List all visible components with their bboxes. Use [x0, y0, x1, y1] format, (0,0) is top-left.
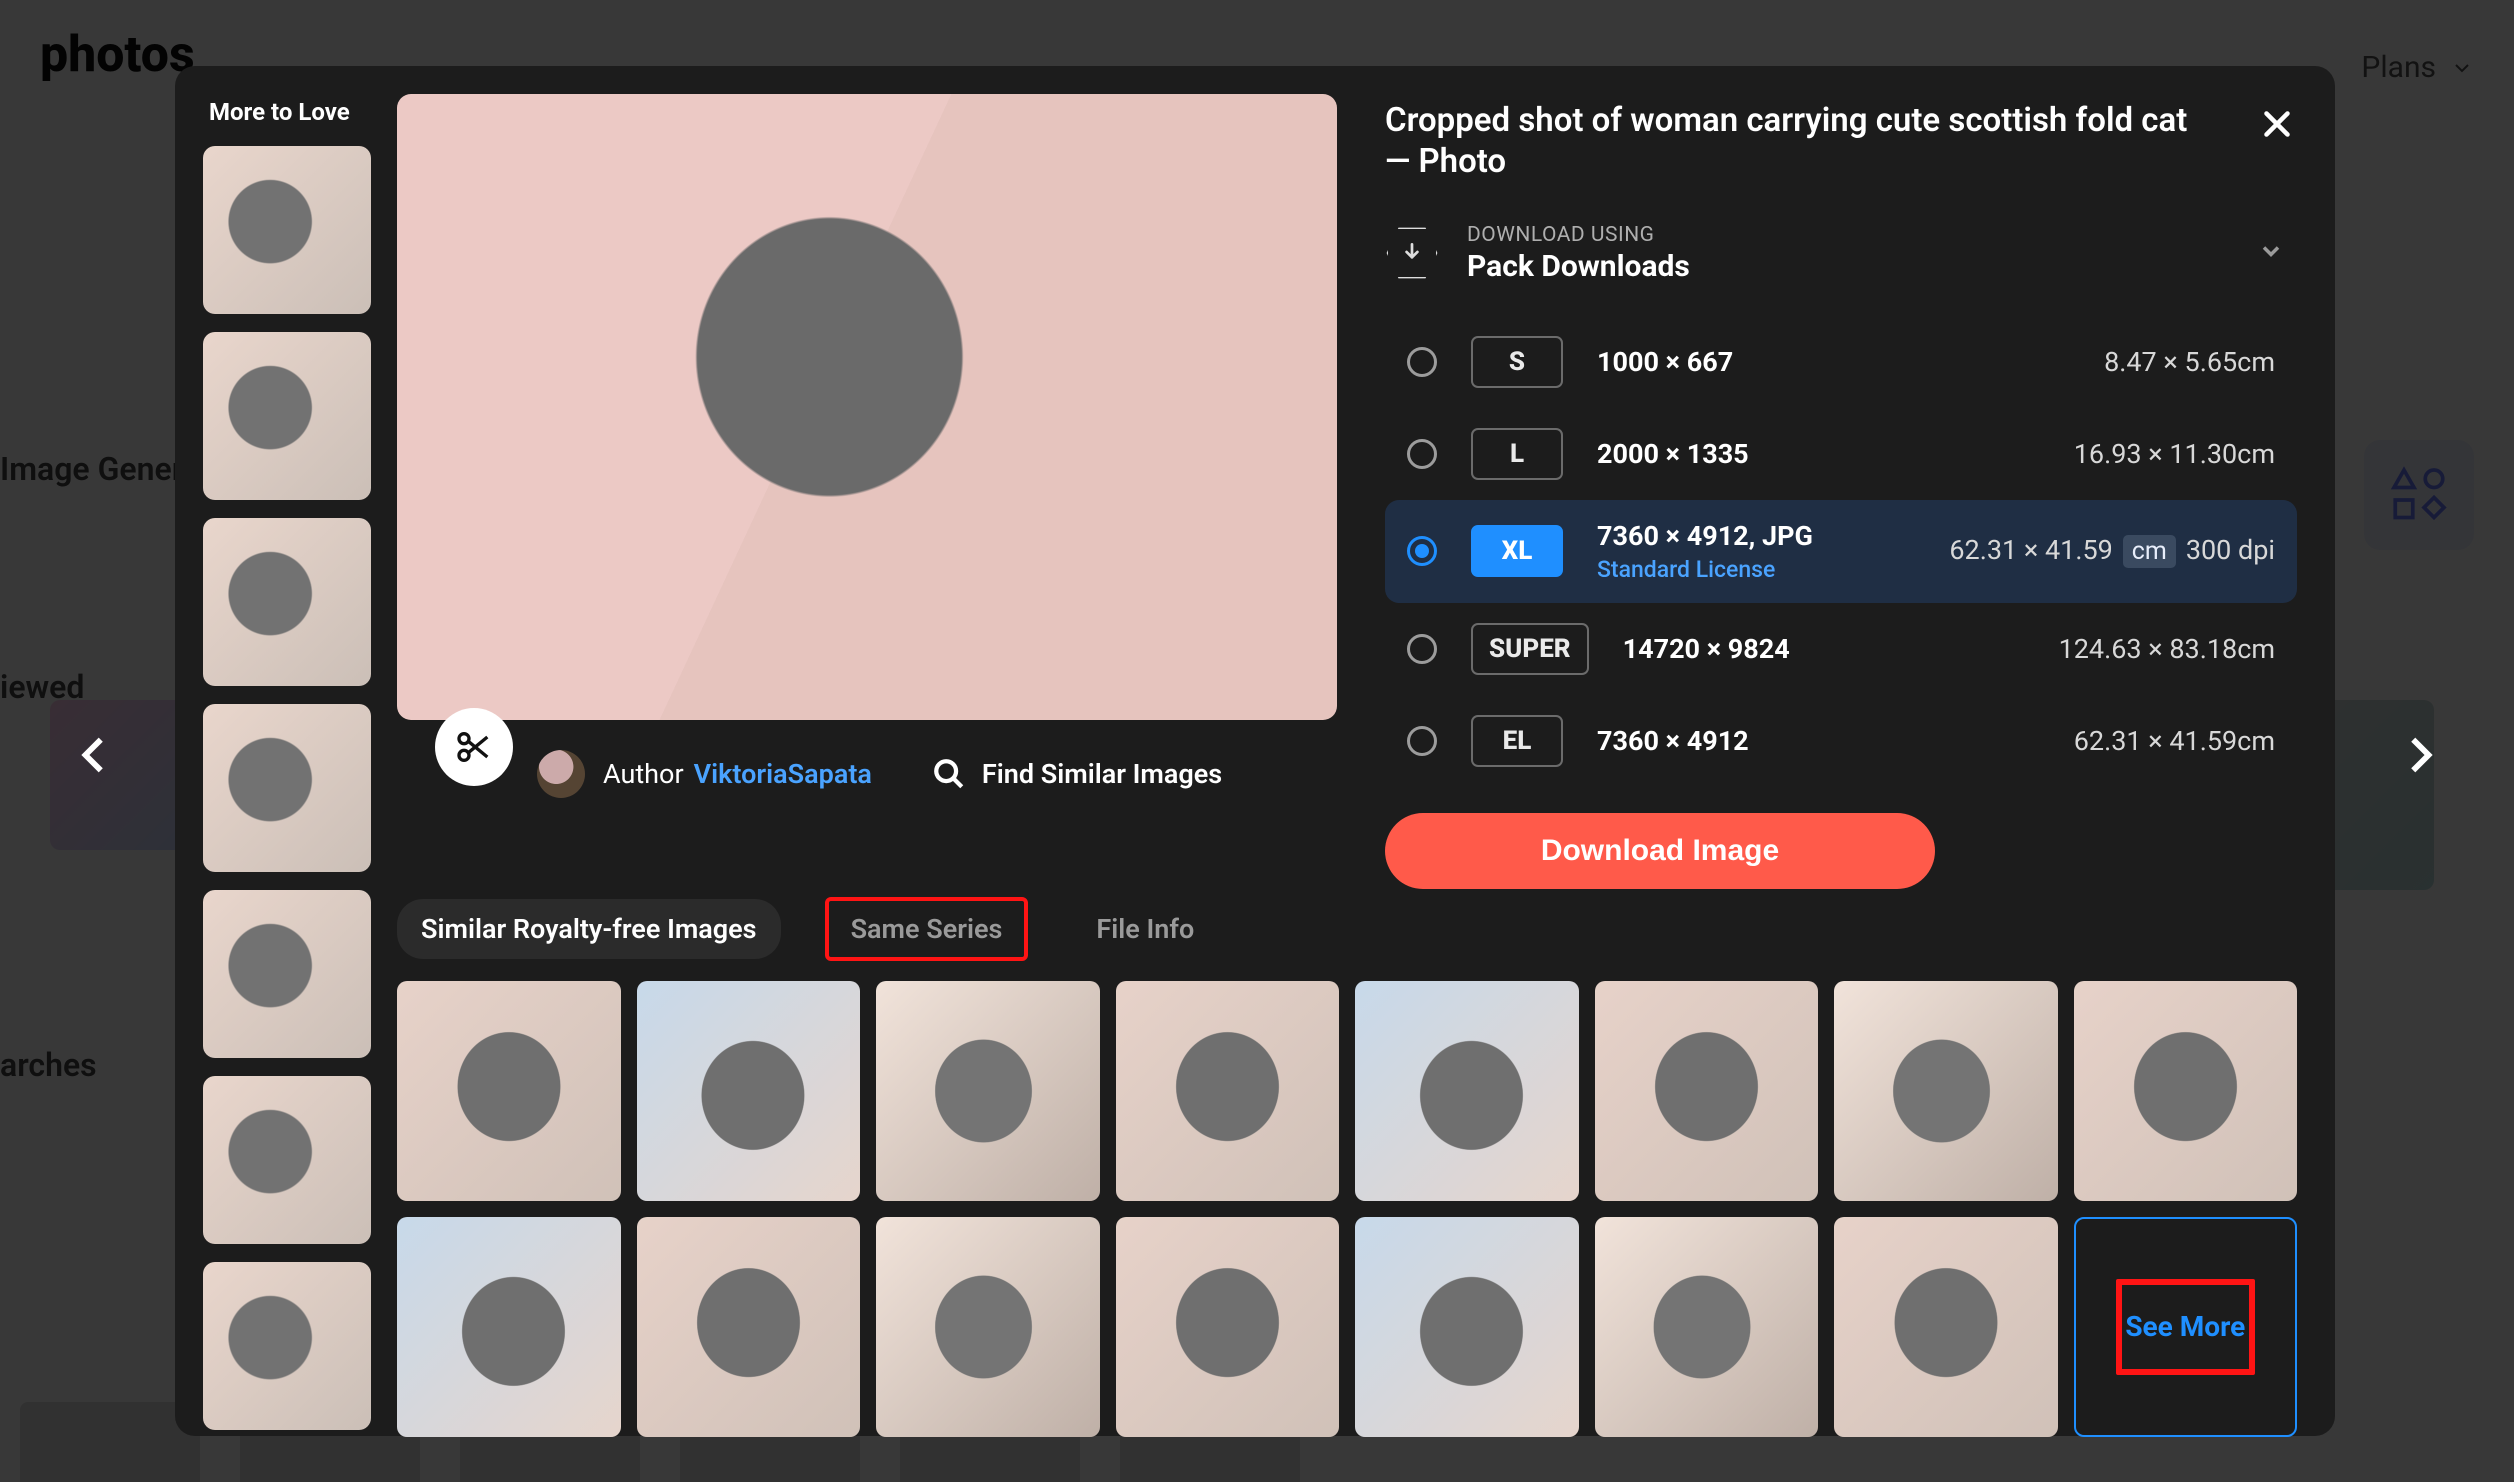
size-option-el[interactable]: EL 7360 × 4912 62.31 × 41.59cm	[1385, 695, 2297, 787]
prev-arrow[interactable]	[60, 720, 130, 790]
author-label: Author	[603, 758, 684, 790]
radio-icon	[1407, 347, 1437, 377]
similar-image-thumb[interactable]	[2074, 981, 2298, 1201]
more-to-love-column: More to Love	[203, 94, 373, 1437]
similar-image-thumb[interactable]	[876, 1217, 1100, 1437]
more-to-love-thumb[interactable]	[203, 1076, 371, 1244]
size-code: XL	[1471, 525, 1563, 577]
size-options: S 1000 × 667 8.47 × 5.65cm L 2000 × 1335 16.9…	[1385, 316, 2297, 787]
size-dimensions: 7360 × 4912	[1597, 725, 1857, 757]
more-to-love-thumb[interactable]	[203, 890, 371, 1058]
tab-similar[interactable]: Similar Royalty-free Images	[397, 899, 781, 959]
close-button[interactable]	[2247, 94, 2307, 154]
size-code: EL	[1471, 715, 1563, 767]
similar-image-thumb[interactable]	[1355, 1217, 1579, 1437]
radio-icon	[1407, 634, 1437, 664]
more-to-love-thumb[interactable]	[203, 332, 371, 500]
crop-button[interactable]	[435, 708, 513, 786]
download-using-value: Pack Downloads	[1467, 249, 1690, 284]
size-physical: 8.47 × 5.65cm	[2104, 346, 2275, 378]
tab-same-series[interactable]: Same Series	[827, 899, 1027, 959]
radio-icon	[1407, 439, 1437, 469]
more-to-love-thumb[interactable]	[203, 1262, 371, 1430]
size-dimensions: 1000 × 667	[1597, 346, 1857, 378]
similar-images-grid: See More	[397, 981, 2297, 1437]
size-option-l[interactable]: L 2000 × 1335 16.93 × 11.30cm	[1385, 408, 2297, 500]
more-to-love-thumb[interactable]	[203, 146, 371, 314]
more-to-love-thumb[interactable]	[203, 518, 371, 686]
unit-chip[interactable]: cm	[2123, 535, 2176, 568]
radio-icon	[1407, 726, 1437, 756]
similar-image-thumb[interactable]	[637, 1217, 861, 1437]
download-button[interactable]: Download Image	[1385, 813, 1935, 889]
size-dimensions: 2000 × 1335	[1597, 438, 1857, 470]
similar-image-thumb[interactable]	[1595, 1217, 1819, 1437]
tabs: Similar Royalty-free Images Same Series …	[397, 899, 2297, 959]
size-dimensions: 7360 × 4912, JPGStandard License	[1597, 520, 1857, 583]
similar-image-thumb[interactable]	[1834, 981, 2058, 1201]
download-method-select[interactable]: DOWNLOAD USING Pack Downloads	[1385, 223, 2297, 284]
find-similar-button[interactable]: Find Similar Images	[932, 757, 1222, 791]
author-avatar	[537, 750, 585, 798]
see-more-label: See More	[2125, 1310, 2245, 1343]
size-option-xl[interactable]: XL 7360 × 4912, JPGStandard License 62.31 …	[1385, 500, 2297, 603]
similar-image-thumb[interactable]	[1595, 981, 1819, 1201]
see-more-button[interactable]: See More	[2074, 1217, 2298, 1437]
size-dimensions: 14720 × 9824	[1623, 633, 1883, 665]
size-code: SUPER	[1471, 623, 1589, 675]
size-physical: 62.31 × 41.59cm	[2074, 725, 2275, 757]
chevron-right-icon	[2396, 732, 2442, 778]
radio-icon	[1407, 536, 1437, 566]
size-physical: 124.63 × 83.18cm	[2059, 633, 2275, 665]
more-to-love-thumb[interactable]	[203, 704, 371, 872]
size-physical: 62.31 × 41.59cm300 dpi	[1949, 534, 2275, 568]
author-name: ViktoriaSapata	[694, 758, 872, 790]
size-code: S	[1471, 336, 1563, 388]
more-to-love-title: More to Love	[203, 94, 373, 128]
detail-panel: Cropped shot of woman carrying cute scot…	[1385, 94, 2297, 889]
chevron-left-icon	[72, 732, 118, 778]
size-option-s[interactable]: S 1000 × 667 8.47 × 5.65cm	[1385, 316, 2297, 408]
size-code: L	[1471, 428, 1563, 480]
similar-image-thumb[interactable]	[1834, 1217, 2058, 1437]
image-title: Cropped shot of woman carrying cute scot…	[1385, 100, 2297, 183]
hero-image[interactable]	[397, 94, 1337, 720]
hero-image-wrap: Author ViktoriaSapata Find Similar Image…	[397, 94, 1337, 814]
similar-image-thumb[interactable]	[397, 1217, 621, 1437]
similar-image-thumb[interactable]	[1116, 981, 1340, 1201]
scissors-icon	[454, 727, 494, 767]
find-similar-label: Find Similar Images	[982, 758, 1222, 790]
similar-image-thumb[interactable]	[637, 981, 861, 1201]
next-arrow[interactable]	[2384, 720, 2454, 790]
download-hex-icon	[1385, 226, 1439, 280]
size-option-super[interactable]: SUPER 14720 × 9824 124.63 × 83.18cm	[1385, 603, 2297, 695]
close-icon	[2259, 106, 2295, 142]
download-using-label: DOWNLOAD USING	[1467, 223, 1655, 247]
similar-image-thumb[interactable]	[1355, 981, 1579, 1201]
tab-file-info[interactable]: File Info	[1072, 899, 1218, 959]
image-detail-modal: More to Love Author	[175, 66, 2335, 1436]
similar-image-thumb[interactable]	[1116, 1217, 1340, 1437]
size-physical: 16.93 × 11.30cm	[2074, 438, 2275, 470]
license-link[interactable]: Standard License	[1597, 556, 1857, 583]
author-link[interactable]: Author ViktoriaSapata	[537, 750, 872, 798]
chevron-down-icon	[2257, 237, 2285, 269]
similar-image-thumb[interactable]	[397, 981, 621, 1201]
similar-image-thumb[interactable]	[876, 981, 1100, 1201]
search-icon	[932, 757, 966, 791]
